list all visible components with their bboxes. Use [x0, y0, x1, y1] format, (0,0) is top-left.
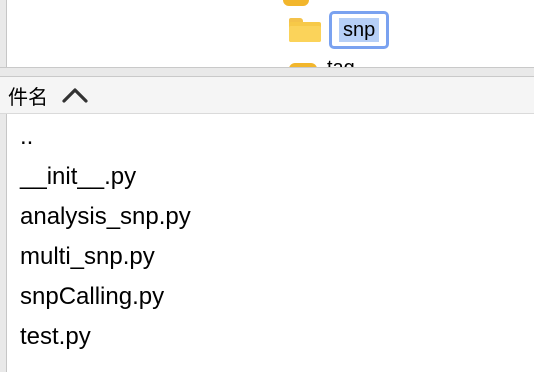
- file-list[interactable]: .. __init__.py analysis_snp.py multi_snp…: [6, 114, 534, 372]
- folder-icon: [289, 18, 321, 42]
- pane-splitter[interactable]: [0, 67, 534, 77]
- chevron-up-icon[interactable]: [62, 85, 88, 105]
- list-item[interactable]: multi_snp.py: [20, 240, 155, 274]
- tree-item-snp[interactable]: snp: [289, 11, 390, 49]
- tree-item-label: tag: [327, 57, 355, 68]
- rename-field[interactable]: snp: [329, 11, 390, 49]
- tree-item-tag[interactable]: tag: [289, 52, 355, 67]
- list-column-header[interactable]: 件名: [0, 77, 534, 114]
- list-item[interactable]: test.py: [20, 320, 91, 354]
- directory-tree[interactable]: snp tag: [6, 0, 534, 67]
- folder-icon-partial-top: [283, 0, 309, 6]
- list-item[interactable]: analysis_snp.py: [20, 200, 191, 234]
- column-name-label[interactable]: 件名: [8, 81, 48, 110]
- file-dialog: snp tag 件名 .. __init__.py analysis_snp.p…: [0, 0, 534, 372]
- list-item[interactable]: __init__.py: [20, 160, 136, 194]
- tree-item-label: snp: [339, 18, 380, 42]
- list-item[interactable]: ..: [20, 120, 33, 154]
- list-item[interactable]: snpCalling.py: [20, 280, 164, 314]
